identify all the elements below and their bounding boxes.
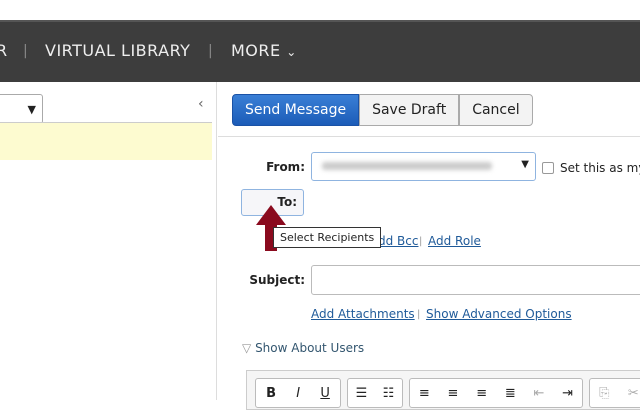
cut-icon[interactable]: ✂ bbox=[628, 386, 639, 401]
caret-down-icon: ▼ bbox=[521, 159, 529, 170]
nav-item-more[interactable]: MORE ⌄ bbox=[231, 41, 297, 60]
from-value-blurred bbox=[322, 162, 492, 170]
nav-item-partial[interactable]: R bbox=[0, 41, 8, 60]
nav-separator: | bbox=[23, 43, 29, 59]
nav-separator: | bbox=[208, 43, 214, 59]
tooltip: Select Recipients bbox=[273, 227, 382, 248]
show-advanced-options-link[interactable]: Show Advanced Options bbox=[426, 307, 572, 321]
copy-icon[interactable]: ⎘ bbox=[599, 386, 609, 401]
folder-select[interactable]: ▼ bbox=[0, 94, 43, 124]
message-toolbar: Send Message Save Draft Cancel bbox=[232, 94, 533, 126]
add-attachments-link[interactable]: Add Attachments bbox=[311, 307, 415, 321]
nav-item-virtual-library[interactable]: VIRTUAL LIBRARY bbox=[45, 41, 190, 60]
subject-label: Subject: bbox=[249, 273, 305, 287]
main-nav: R | VIRTUAL LIBRARY | MORE ⌄ bbox=[0, 20, 640, 82]
show-about-users-toggle[interactable]: ▽ Show About Users bbox=[242, 341, 364, 355]
outdent-icon[interactable]: ⇤ bbox=[534, 386, 545, 401]
cancel-button[interactable]: Cancel bbox=[459, 94, 533, 126]
add-role-link[interactable]: Add Role bbox=[428, 234, 481, 248]
send-message-button[interactable]: Send Message bbox=[232, 94, 360, 126]
align-center-icon[interactable]: ≡ bbox=[448, 386, 459, 401]
justify-icon[interactable]: ≣ bbox=[505, 386, 516, 401]
save-draft-button[interactable]: Save Draft bbox=[359, 94, 460, 126]
bold-button[interactable]: B bbox=[266, 386, 276, 401]
underline-button[interactable]: U bbox=[320, 386, 330, 401]
nav-more-label: MORE bbox=[231, 41, 281, 60]
editor-toolbar: B I U ☰ ☷ ≡ ≡ ≡ ≣ ⇤ ⇥ ⎘ ✂ bbox=[246, 370, 640, 410]
link-separator: | bbox=[417, 309, 421, 320]
selected-list-item[interactable] bbox=[0, 122, 212, 160]
from-select[interactable]: ▼ bbox=[311, 152, 536, 181]
link-separator: | bbox=[419, 236, 423, 247]
default-checkbox[interactable] bbox=[542, 162, 554, 174]
top-bar bbox=[0, 0, 640, 20]
align-left-icon[interactable]: ≡ bbox=[419, 386, 430, 401]
subject-input[interactable] bbox=[311, 265, 640, 295]
indent-icon[interactable]: ⇥ bbox=[562, 386, 573, 401]
default-checkbox-label: Set this as my d bbox=[560, 161, 640, 175]
align-right-icon[interactable]: ≡ bbox=[476, 386, 487, 401]
italic-button[interactable]: I bbox=[296, 386, 300, 401]
chevron-down-icon: ⌄ bbox=[286, 45, 297, 59]
divider bbox=[218, 136, 640, 137]
caret-down-icon: ▼ bbox=[27, 103, 36, 116]
from-label: From: bbox=[266, 160, 305, 174]
numbered-list-icon[interactable]: ☷ bbox=[383, 386, 395, 401]
triangle-down-icon: ▽ bbox=[242, 341, 252, 355]
collapse-chevron-left-icon[interactable]: ‹ bbox=[198, 96, 204, 112]
about-users-label: Show About Users bbox=[255, 341, 365, 355]
bullet-list-icon[interactable]: ☰ bbox=[356, 386, 368, 401]
left-panel: ▼ ‹ bbox=[0, 82, 217, 400]
